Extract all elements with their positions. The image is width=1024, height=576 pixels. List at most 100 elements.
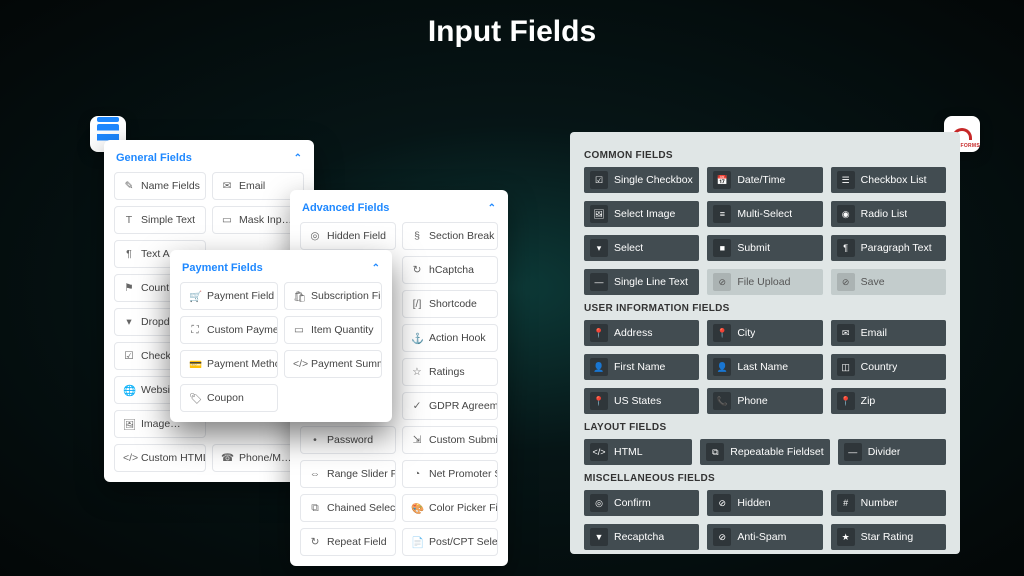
field-label: Country — [861, 361, 898, 373]
field-icon: ☎ — [221, 452, 233, 464]
field-icon: [/] — [411, 298, 423, 310]
ninja-field-item[interactable]: —Single Line Text — [584, 269, 699, 295]
field-icon: ⊘ — [713, 494, 731, 512]
ninja-field-item[interactable]: ⊘File Upload — [707, 269, 822, 295]
field-item[interactable]: ✓ GDPR Agreement — [402, 392, 498, 420]
field-item[interactable]: ⧉ Chained Select … — [300, 494, 396, 522]
field-item[interactable]: [/] Shortcode — [402, 290, 498, 318]
card-title: Payment Fields — [182, 262, 263, 274]
field-label: Range Slider Fie… — [327, 468, 396, 480]
field-item[interactable]: ☆Ratings — [402, 358, 498, 386]
field-label: Action Hook — [429, 332, 486, 344]
ninja-field-item[interactable]: 📍Zip — [831, 388, 946, 414]
ninja-field-item[interactable]: 👤First Name — [584, 354, 699, 380]
ninja-field-item[interactable]: ⊘Save — [831, 269, 946, 295]
field-item[interactable]: ▭Item Quantity — [284, 316, 382, 344]
field-icon: ¶ — [837, 239, 855, 257]
field-label: Chained Select … — [327, 502, 396, 514]
field-icon: • — [309, 434, 321, 446]
field-label: Phone — [737, 395, 767, 407]
field-icon: 🎨 — [411, 502, 423, 515]
field-item[interactable]: §Section Break — [402, 222, 498, 250]
field-label: Date/Time — [737, 174, 785, 186]
card-header[interactable]: Payment Fields ⌃ — [180, 258, 382, 282]
field-item[interactable]: ⇔Range Slider Fie… — [300, 460, 396, 488]
field-item[interactable]: 💳Payment Metho… — [180, 350, 278, 378]
field-item[interactable]: ↻hCaptcha — [402, 256, 498, 284]
ninja-field-item[interactable]: 📍US States — [584, 388, 699, 414]
field-icon: 📞 — [713, 392, 731, 410]
field-label: Recaptcha — [614, 531, 664, 543]
ninja-field-item[interactable]: ¶Paragraph Text — [831, 235, 946, 261]
field-item[interactable]: </>Custom HTML — [114, 444, 206, 472]
ninja-field-item[interactable]: ◉Radio List — [831, 201, 946, 227]
field-icon: 🛒 — [189, 290, 201, 303]
ninja-field-item[interactable]: ◎Confirm — [584, 490, 699, 516]
field-icon: 🖼 — [590, 205, 608, 223]
card-title: General Fields — [116, 152, 192, 164]
field-label: City — [737, 327, 755, 339]
field-item[interactable]: 🏷Coupon — [180, 384, 278, 412]
field-item[interactable]: ⛶Custom Paymen… — [180, 316, 278, 344]
field-icon: ★ — [837, 528, 855, 546]
ninja-field-item[interactable]: ◫ Country — [831, 354, 946, 380]
ninja-field-item[interactable]: #Number — [831, 490, 946, 516]
ninja-field-item[interactable]: 📍Address — [584, 320, 699, 346]
field-item[interactable]: 🎨Color Picker Field — [402, 494, 498, 522]
field-icon: ⧉ — [309, 502, 321, 515]
field-item[interactable]: 📄Post/CPT Selecti… — [402, 528, 498, 556]
ninja-field-item[interactable]: ▾Select — [584, 235, 699, 261]
ninja-field-item[interactable]: ■Submit — [707, 235, 822, 261]
field-icon: # — [837, 494, 855, 512]
field-item[interactable]: •Password — [300, 426, 396, 454]
ninja-field-item[interactable]: ⧉Repeatable Fieldset — [700, 439, 829, 465]
ninja-field-item[interactable]: ★Star Rating — [831, 524, 946, 550]
ninja-field-item[interactable]: 📍City — [707, 320, 822, 346]
ninja-field-item[interactable]: ☑Single Checkbox — [584, 167, 699, 193]
ninja-field-item[interactable]: ☰Checkbox List — [831, 167, 946, 193]
field-item[interactable]: TSimple Text — [114, 206, 206, 234]
field-item[interactable]: ✎Name Fields — [114, 172, 206, 200]
ninja-field-item[interactable]: </>HTML — [584, 439, 692, 465]
field-label: Payment Field — [207, 290, 274, 302]
field-label: Anti-Spam — [737, 531, 786, 543]
ninja-field-item[interactable]: 📅Date/Time — [707, 167, 822, 193]
field-item[interactable]: 🛒 Payment Field — [180, 282, 278, 310]
field-item[interactable]: ↻Repeat Field — [300, 528, 396, 556]
ninja-field-item[interactable]: ⊘Hidden — [707, 490, 822, 516]
ninja-common-grid: ☑Single Checkbox 📅Date/Time ☰Checkbox List… — [584, 167, 946, 295]
field-item[interactable]: ⚓Action Hook — [402, 324, 498, 352]
ninja-field-item[interactable]: ≡Multi-Select — [707, 201, 822, 227]
card-header[interactable]: General Fields ⌃ — [114, 148, 304, 172]
ninja-field-item[interactable]: ▼Recaptcha — [584, 524, 699, 550]
field-icon: </> — [590, 443, 608, 461]
field-label: Repeat Field — [327, 536, 387, 548]
field-label: Single Checkbox — [614, 174, 693, 186]
field-item[interactable]: 🛍Subscription Field — [284, 282, 382, 310]
field-item[interactable]: ⇲Custom Submit … — [402, 426, 498, 454]
ninja-field-item[interactable]: 🖼Select Image — [584, 201, 699, 227]
field-icon: ☆ — [411, 366, 423, 378]
field-label: Shortcode — [429, 298, 477, 310]
ninja-field-item[interactable]: —Divider — [838, 439, 946, 465]
field-item[interactable]: ◎Hidden Field — [300, 222, 396, 250]
ninja-field-item[interactable]: ⊘Anti-Spam — [707, 524, 822, 550]
field-icon: ▾ — [123, 316, 135, 328]
field-icon: ☑ — [123, 350, 135, 362]
field-label: Custom HTML — [141, 452, 206, 464]
field-icon: ◫ — [837, 358, 855, 376]
ninja-field-item[interactable]: 👤Last Name — [707, 354, 822, 380]
card-header[interactable]: Advanced Fields ⌃ — [300, 198, 498, 222]
ninja-field-item[interactable]: 📞 Phone — [707, 388, 822, 414]
field-label: Item Quantity — [311, 324, 373, 336]
field-label: Section Break — [429, 230, 494, 242]
field-icon: ✉ — [221, 180, 233, 192]
field-icon: ✓ — [411, 400, 423, 412]
field-item[interactable]: ◔Net Promoter Sc… — [402, 460, 498, 488]
field-item[interactable]: </>Payment Summa… — [284, 350, 382, 378]
field-label: Coupon — [207, 392, 244, 404]
ninja-field-item[interactable]: ✉Email — [831, 320, 946, 346]
field-label: GDPR Agreement — [429, 400, 498, 412]
field-icon: 📍 — [590, 392, 608, 410]
chevron-up-icon: ⌃ — [372, 263, 380, 274]
